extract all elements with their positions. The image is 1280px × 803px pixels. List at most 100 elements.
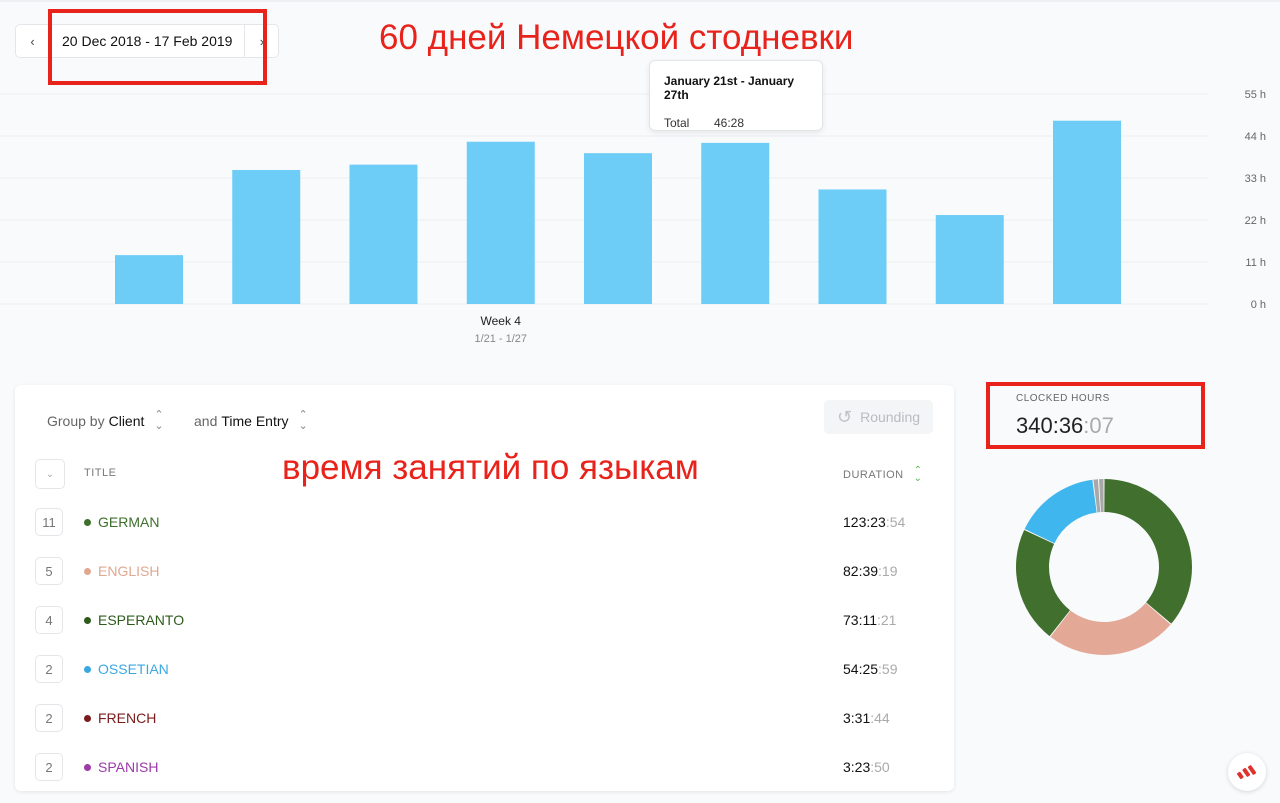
table-row[interactable]: 11 GERMAN 123:23:54: [15, 499, 954, 548]
table-row[interactable]: 2 SPANISH 3:23:50: [15, 744, 954, 793]
group-by-value: Client: [108, 413, 145, 429]
y-tick-label: 44 h: [1245, 131, 1266, 143]
client-color-dot: [84, 518, 91, 526]
row-title: ESPERANTO: [84, 612, 184, 628]
row-duration: 73:11:21: [843, 612, 896, 628]
client-color-dot: [84, 567, 91, 575]
sort-icon: ⌃ ⌄: [913, 465, 923, 484]
donut-chart: [1016, 479, 1192, 655]
y-tick-label: 22 h: [1245, 215, 1266, 227]
tooltip-total-label: Total: [664, 116, 690, 130]
chevron-updown-icon: ⌃ ⌄: [154, 409, 164, 432]
history-icon: ↺: [836, 406, 853, 427]
weekly-bar-chart: 55 h 44 h 33 h 22 h 11 h 0 h Week 4 1/21 - 1/2…: [0, 89, 1266, 345]
row-duration-main: 54:25: [843, 661, 879, 677]
entry-count[interactable]: 11: [35, 508, 63, 536]
row-duration-main: 82:39: [843, 563, 879, 579]
x-label-week: Week 4: [481, 314, 522, 328]
client-color-dot: [84, 714, 91, 722]
table-row[interactable]: 2 OSSETIAN 54:25:59: [15, 646, 954, 695]
donut-slice-german: [1104, 479, 1192, 624]
bar-week-3: [349, 164, 418, 304]
row-title: SPANISH: [84, 759, 158, 775]
entry-count[interactable]: 2: [35, 655, 63, 683]
row-duration-seconds: :44: [870, 710, 890, 726]
group-by-prefix: Group by: [47, 413, 105, 429]
annotation-box-clocked: [986, 382, 1205, 449]
y-tick-label: 0 h: [1251, 299, 1266, 311]
bar-week-9: [1053, 120, 1121, 305]
row-duration: 3:31:44: [843, 710, 890, 726]
row-duration: 3:23:50: [843, 759, 890, 775]
expand-all-toggle[interactable]: ⌄: [35, 459, 65, 489]
rounding-label: Rounding: [860, 409, 921, 425]
row-title-text: FRENCH: [98, 710, 157, 726]
donut-slice-esperanto: [1016, 529, 1071, 637]
row-duration: 54:25:59: [843, 661, 898, 677]
tooltip-total-value: 46:28: [714, 116, 745, 130]
column-header-duration-label: DURATION: [843, 469, 904, 481]
row-duration: 123:23:54: [843, 514, 905, 530]
tooltip-title: January 21st - January 27th: [664, 74, 795, 102]
chevron-down-icon: ⌄: [45, 468, 55, 480]
row-title-text: ENGLISH: [98, 563, 160, 579]
row-duration-seconds: :59: [878, 661, 898, 677]
entry-count[interactable]: 5: [35, 557, 63, 585]
subgroup-prefix: and: [194, 413, 218, 429]
row-title-text: GERMAN: [98, 514, 160, 530]
y-axis-ticks: 55 h 44 h 33 h 22 h 11 h 0 h: [1245, 89, 1266, 311]
entry-count[interactable]: 2: [35, 704, 63, 732]
entry-count[interactable]: 2: [35, 753, 63, 781]
bar-week-1: [115, 255, 183, 304]
bar-week-2: [232, 169, 301, 304]
client-color-dot: [84, 763, 91, 771]
row-title: OSSETIAN: [84, 661, 169, 677]
brand-logo-icon: [1237, 765, 1257, 780]
x-axis-labels: Week 4 1/21 - 1/27: [474, 314, 527, 345]
row-duration-main: 123:23: [843, 514, 886, 530]
row-title-text: ESPERANTO: [98, 612, 185, 628]
y-tick-label: 33 h: [1245, 173, 1266, 185]
chevron-updown-icon: ⌃ ⌄: [298, 409, 308, 432]
table-row[interactable]: 4 ESPERANTO 73:11:21: [15, 597, 954, 646]
column-header-duration[interactable]: DURATION ⌃ ⌄: [843, 465, 923, 484]
row-title: GERMAN: [84, 514, 159, 530]
x-label-dates: 1/21 - 1/27: [474, 333, 527, 345]
row-title-text: SPANISH: [98, 759, 159, 775]
bar-week-7: [818, 189, 887, 304]
row-title: FRENCH: [84, 710, 156, 726]
bar-week-5: [584, 153, 652, 304]
bar-week-6: [701, 142, 770, 304]
subgroup-selector[interactable]: and Time Entry ⌃ ⌄: [194, 410, 308, 432]
time-entries-card: Group by Client ⌃ ⌄ and Time Entry ⌃ ⌄ ↺ R…: [15, 385, 954, 791]
rounding-button[interactable]: ↺ Rounding: [824, 400, 933, 434]
row-title-text: OSSETIAN: [98, 661, 169, 677]
brand-help-button[interactable]: [1228, 753, 1266, 791]
bar-week-8: [935, 215, 1004, 304]
chart-bars: [115, 120, 1121, 305]
table-row[interactable]: 5 ENGLISH 82:39:19: [15, 548, 954, 597]
row-duration-seconds: :21: [877, 612, 897, 628]
chart-tooltip: January 21st - January 27th Total 46:28: [649, 60, 823, 131]
row-duration: 82:39:19: [843, 563, 898, 579]
top-border: [0, 0, 1280, 2]
client-color-dot: [84, 665, 91, 673]
annotation-heading: 60 дней Немецкой стодневки: [379, 18, 854, 57]
row-title: ENGLISH: [84, 563, 159, 579]
row-duration-main: 73:11: [843, 612, 877, 628]
table-row[interactable]: 2 FRENCH 3:31:44: [15, 695, 954, 744]
chevron-left-icon: ‹: [30, 33, 35, 49]
group-by-selector[interactable]: Group by Client ⌃ ⌄: [47, 410, 164, 432]
client-color-dot: [84, 616, 91, 624]
prev-period-button[interactable]: ‹: [16, 25, 50, 57]
row-duration-seconds: :54: [885, 514, 906, 530]
entry-count[interactable]: 4: [35, 606, 63, 634]
annotation-subheading: время занятий по языкам: [282, 448, 699, 487]
row-duration-main: 3:31: [843, 710, 871, 726]
annotation-box-date: [48, 9, 267, 85]
bar-week-4: [466, 141, 535, 304]
subgroup-value: Time Entry: [221, 413, 289, 429]
y-tick-label: 55 h: [1245, 89, 1266, 101]
y-tick-label: 11 h: [1245, 257, 1266, 269]
column-header-title[interactable]: TITLE: [84, 467, 116, 479]
